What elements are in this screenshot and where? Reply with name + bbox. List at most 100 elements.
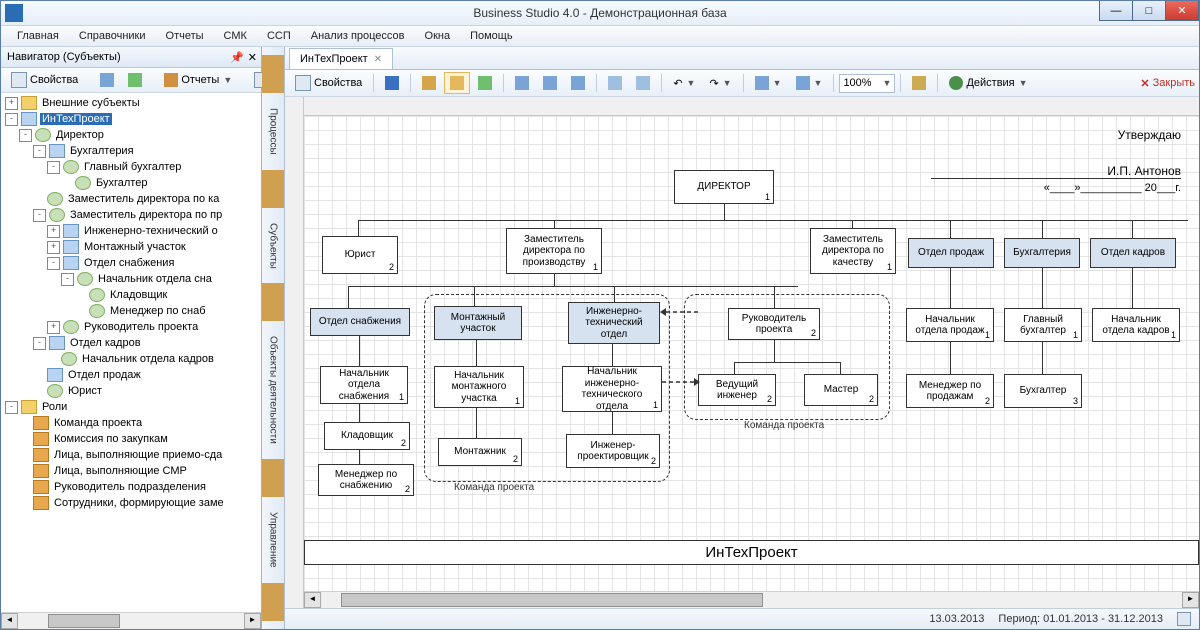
- sidetab-icon-3[interactable]: [262, 283, 284, 321]
- tree-twisty[interactable]: +: [47, 225, 60, 238]
- scroll-left-icon[interactable]: ◄: [304, 592, 321, 608]
- sidetab-icon-4[interactable]: [262, 459, 284, 497]
- sidetab-icon-5[interactable]: [262, 583, 284, 621]
- tree-twisty[interactable]: [33, 370, 44, 381]
- box-acc[interactable]: Бухгалтерия: [1004, 238, 1080, 268]
- tb-btn-d[interactable]: [509, 72, 535, 94]
- tree-node[interactable]: Лица, выполняющие СМР: [1, 463, 261, 479]
- tb-btn-c[interactable]: [472, 72, 498, 94]
- tree-twisty[interactable]: +: [47, 321, 60, 334]
- redo-button[interactable]: ↷▼: [703, 72, 737, 94]
- tree-node[interactable]: -ИнТехПроект: [1, 111, 261, 127]
- nav-reports-button[interactable]: Отчеты▼: [158, 69, 238, 91]
- tree-node[interactable]: Сотрудники, формирующие заме: [1, 495, 261, 511]
- nav-hscrollbar[interactable]: ◄ ►: [1, 612, 261, 629]
- tree-node[interactable]: Начальник отдела кадров: [1, 351, 261, 367]
- nav-props-button[interactable]: Свойства: [5, 69, 84, 91]
- actions-button[interactable]: Действия▼: [943, 72, 1033, 94]
- tb-btn-h[interactable]: [630, 72, 656, 94]
- tree-twisty[interactable]: [19, 418, 30, 429]
- tree-twisty[interactable]: +: [5, 97, 18, 110]
- box-sales-mgr[interactable]: Менеджер по продажам2: [906, 374, 994, 408]
- tree-node[interactable]: +Монтажный участок: [1, 239, 261, 255]
- box-acc-head[interactable]: Главный бухгалтер1: [1004, 308, 1082, 342]
- nav-btn1[interactable]: [94, 69, 120, 91]
- box-sales-head[interactable]: Начальник отдела продаж1: [906, 308, 994, 342]
- tree-twisty[interactable]: -: [19, 129, 32, 142]
- tree-twisty[interactable]: [75, 306, 86, 317]
- sidetab-processes[interactable]: Процессы: [265, 97, 282, 166]
- tree-twisty[interactable]: -: [5, 113, 18, 126]
- menu-analysis[interactable]: Анализ процессов: [301, 28, 415, 44]
- sidetab-icon-1[interactable]: [262, 55, 284, 93]
- minimize-button[interactable]: —: [1099, 1, 1133, 21]
- tree-node[interactable]: Лица, выполняющие приемо-сда: [1, 447, 261, 463]
- tree-node[interactable]: -Отдел снабжения: [1, 255, 261, 271]
- doc-props-button[interactable]: Свойства: [289, 72, 368, 94]
- tree-twisty[interactable]: +: [47, 241, 60, 254]
- box-hr[interactable]: Отдел кадров: [1090, 238, 1176, 268]
- tree-node[interactable]: -Бухгалтерия: [1, 143, 261, 159]
- tb-btn-k[interactable]: [906, 72, 932, 94]
- tree-node[interactable]: -Главный бухгалтер: [1, 159, 261, 175]
- canvas-hscrollbar[interactable]: ◄ ►: [304, 591, 1199, 608]
- tree-twisty[interactable]: [19, 466, 30, 477]
- tree-twisty[interactable]: -: [47, 257, 60, 270]
- tb-btn-i[interactable]: ▼: [749, 72, 788, 94]
- sidetab-subjects[interactable]: Субъекты: [265, 212, 282, 280]
- pin-icon[interactable]: 📌: [230, 51, 244, 64]
- maximize-button[interactable]: □: [1132, 1, 1166, 21]
- scroll-thumb[interactable]: [48, 614, 120, 628]
- tree-twisty[interactable]: [19, 498, 30, 509]
- tree-twisty[interactable]: [19, 434, 30, 445]
- scroll-left-icon[interactable]: ◄: [1, 613, 18, 629]
- panel-close-icon[interactable]: ✕: [248, 51, 257, 64]
- undo-button[interactable]: ↶▼: [667, 72, 701, 94]
- menu-main[interactable]: Главная: [7, 28, 69, 44]
- sidetab-objects[interactable]: Объекты деятельности: [265, 325, 282, 455]
- scroll-right-icon[interactable]: ►: [1182, 592, 1199, 608]
- tb-btn-f[interactable]: [565, 72, 591, 94]
- tree-node[interactable]: +Инженерно-технический о: [1, 223, 261, 239]
- box-supply-mgr[interactable]: Менеджер по снабжению2: [318, 464, 414, 496]
- tree-node[interactable]: Отдел продаж: [1, 367, 261, 383]
- menu-ssp[interactable]: ССП: [257, 28, 301, 44]
- box-hr-head[interactable]: Начальник отдела кадров1: [1092, 308, 1180, 342]
- tree-node[interactable]: +Внешние субъекты: [1, 95, 261, 111]
- doc-tab-intehproekt[interactable]: ИнТехПроект ✕: [289, 48, 393, 69]
- box-zam-prod[interactable]: Заместитель директора по производству1: [506, 228, 602, 274]
- tree-node[interactable]: Бухгалтер: [1, 175, 261, 191]
- menu-smk[interactable]: СМК: [214, 28, 257, 44]
- tree-node[interactable]: Менеджер по снаб: [1, 303, 261, 319]
- doc-close-button[interactable]: ✕Закрыть: [1140, 77, 1195, 90]
- diagram-canvas[interactable]: Утверждаю И.П. Антонов «____»__________ …: [304, 116, 1199, 591]
- tree-node[interactable]: -Директор: [1, 127, 261, 143]
- box-acc2[interactable]: Бухгалтер3: [1004, 374, 1082, 408]
- tree-twisty[interactable]: [75, 290, 86, 301]
- tree-twisty[interactable]: [19, 450, 30, 461]
- menu-reports[interactable]: Отчеты: [156, 28, 214, 44]
- tree-twisty[interactable]: [47, 354, 58, 365]
- scroll-thumb[interactable]: [341, 593, 763, 607]
- box-director[interactable]: ДИРЕКТОР1: [674, 170, 774, 204]
- tree-twisty[interactable]: -: [5, 401, 18, 414]
- tree-twisty[interactable]: [19, 482, 30, 493]
- menu-ref[interactable]: Справочники: [69, 28, 156, 44]
- tree-node[interactable]: -Отдел кадров: [1, 335, 261, 351]
- tree-twisty[interactable]: -: [61, 273, 74, 286]
- tree-node[interactable]: Руководитель подразделения: [1, 479, 261, 495]
- tree-node[interactable]: -Роли: [1, 399, 261, 415]
- box-jurist[interactable]: Юрист2: [322, 236, 398, 274]
- tb-btn-j[interactable]: ▼: [790, 72, 829, 94]
- save-button[interactable]: [379, 72, 405, 94]
- tree-twisty[interactable]: -: [33, 145, 46, 158]
- tree-node[interactable]: Комиссия по закупкам: [1, 431, 261, 447]
- tree-node[interactable]: Заместитель директора по ка: [1, 191, 261, 207]
- tree-twisty[interactable]: [33, 386, 44, 397]
- tree-node[interactable]: -Заместитель директора по пр: [1, 207, 261, 223]
- scroll-right-icon[interactable]: ►: [244, 613, 261, 629]
- tree-twisty[interactable]: -: [47, 161, 60, 174]
- tree-node[interactable]: +Руководитель проекта: [1, 319, 261, 335]
- box-zam-qual[interactable]: Заместитель директора по качеству1: [810, 228, 896, 274]
- tree-twisty[interactable]: -: [33, 209, 46, 222]
